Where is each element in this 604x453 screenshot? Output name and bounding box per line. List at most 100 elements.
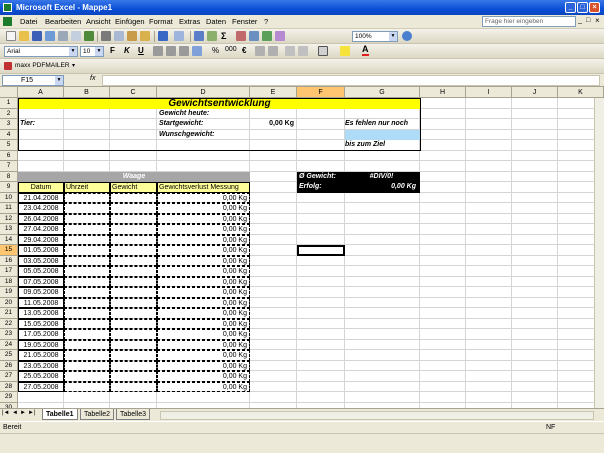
time-cell[interactable] xyxy=(64,339,110,350)
row-header-7[interactable]: 7 xyxy=(0,161,18,172)
pdf-options-icon[interactable]: ▾ xyxy=(72,62,75,69)
sort-desc-icon[interactable] xyxy=(249,31,259,41)
loss-cell[interactable]: 0,00 Kg xyxy=(157,308,250,319)
row-header-17[interactable]: 17 xyxy=(0,266,18,277)
decrease-decimal-icon[interactable] xyxy=(268,46,278,56)
loss-cell[interactable]: 0,00 Kg xyxy=(157,339,250,350)
excel-doc-icon[interactable] xyxy=(3,17,12,26)
date-cell[interactable]: 23.05.2008 xyxy=(18,360,64,371)
maximize-button[interactable]: □ xyxy=(577,2,588,13)
weight-cell[interactable] xyxy=(110,350,157,361)
loss-cell[interactable]: 0,00 Kg xyxy=(157,234,250,245)
menu-fenster[interactable]: Fenster xyxy=(232,17,257,26)
time-cell[interactable] xyxy=(64,192,110,203)
row-header-11[interactable]: 11 xyxy=(0,203,18,214)
menu-extras[interactable]: Extras xyxy=(179,17,200,26)
date-cell[interactable]: 29.04.2008 xyxy=(18,234,64,245)
loss-cell[interactable]: 0,00 Kg xyxy=(157,245,250,256)
date-cell[interactable]: 01.05.2008 xyxy=(18,245,64,256)
row-header-2[interactable]: 2 xyxy=(0,108,18,119)
vertical-scrollbar[interactable] xyxy=(594,98,604,408)
weight-cell[interactable] xyxy=(110,203,157,214)
date-cell[interactable]: 27.04.2008 xyxy=(18,224,64,235)
weight-cell[interactable] xyxy=(110,308,157,319)
column-header-h[interactable]: H xyxy=(420,87,466,98)
row-header-26[interactable]: 26 xyxy=(0,360,18,371)
row-header-5[interactable]: 5 xyxy=(0,140,18,151)
column-header-d[interactable]: D xyxy=(157,87,250,98)
column-header-c[interactable]: C xyxy=(110,87,157,98)
sort-asc-icon[interactable] xyxy=(236,31,246,41)
weight-cell[interactable] xyxy=(110,192,157,203)
weight-cell[interactable] xyxy=(110,339,157,350)
tab-tabelle1[interactable]: Tabelle1 xyxy=(42,409,78,420)
weight-cell[interactable] xyxy=(110,224,157,235)
weight-cell[interactable] xyxy=(110,255,157,266)
menu-einfuegen[interactable]: Einfügen xyxy=(115,17,145,26)
column-header-i[interactable]: I xyxy=(466,87,512,98)
row-header-4[interactable]: 4 xyxy=(0,129,18,140)
time-cell[interactable] xyxy=(64,329,110,340)
column-header-b[interactable]: B xyxy=(64,87,110,98)
time-cell[interactable] xyxy=(64,224,110,235)
row-header-24[interactable]: 24 xyxy=(0,339,18,350)
pdfmailer-button[interactable]: maxx PDFMAILER xyxy=(15,62,70,69)
menu-format[interactable]: Format xyxy=(149,17,173,26)
increase-decimal-icon[interactable] xyxy=(255,46,265,56)
menu-datei[interactable]: Datei xyxy=(20,17,38,26)
print-icon[interactable] xyxy=(58,31,68,41)
loss-cell[interactable]: 0,00 Kg xyxy=(157,213,250,224)
borders-icon[interactable] xyxy=(318,46,328,56)
loss-cell[interactable]: 0,00 Kg xyxy=(157,255,250,266)
loss-cell[interactable]: 0,00 Kg xyxy=(157,371,250,382)
date-cell[interactable]: 07.05.2008 xyxy=(18,276,64,287)
row-header-1[interactable]: 1 xyxy=(0,98,18,109)
bold-button[interactable]: F xyxy=(110,46,115,55)
time-cell[interactable] xyxy=(64,308,110,319)
row-header-20[interactable]: 20 xyxy=(0,297,18,308)
doc-close-button[interactable]: × xyxy=(595,16,600,25)
permission-icon[interactable] xyxy=(45,31,55,41)
time-cell[interactable] xyxy=(64,245,110,256)
redo-icon[interactable] xyxy=(174,31,184,41)
weight-cell[interactable] xyxy=(110,360,157,371)
date-cell[interactable]: 13.05.2008 xyxy=(18,308,64,319)
menu-daten[interactable]: Daten xyxy=(206,17,226,26)
tab-tabelle3[interactable]: Tabelle3 xyxy=(116,409,151,420)
new-icon[interactable] xyxy=(6,31,16,41)
time-cell[interactable] xyxy=(64,287,110,298)
column-header-g[interactable]: G xyxy=(345,87,420,98)
weight-cell[interactable] xyxy=(110,287,157,298)
open-icon[interactable] xyxy=(19,31,29,41)
hyperlink-icon[interactable] xyxy=(194,31,204,41)
time-cell[interactable] xyxy=(64,360,110,371)
row-header-12[interactable]: 12 xyxy=(0,213,18,224)
loss-cell[interactable]: 0,00 Kg xyxy=(157,318,250,329)
row-header-15[interactable]: 15 xyxy=(0,245,18,256)
fx-icon[interactable]: fx xyxy=(90,75,95,82)
minimize-button[interactable]: _ xyxy=(565,2,576,13)
thousands-button[interactable]: 000 xyxy=(225,46,237,53)
time-cell[interactable] xyxy=(64,203,110,214)
menu-bearbeiten[interactable]: Bearbeiten xyxy=(45,17,81,26)
row-header-8[interactable]: 8 xyxy=(0,171,18,182)
help-search-input[interactable]: Frage hier eingeben xyxy=(482,16,576,27)
doc-restore-button[interactable]: □ xyxy=(586,17,590,24)
column-header-e[interactable]: E xyxy=(250,87,297,98)
weight-cell[interactable] xyxy=(110,245,157,256)
row-header-23[interactable]: 23 xyxy=(0,329,18,340)
font-select[interactable]: Arial ▼ xyxy=(4,46,78,57)
row-header-13[interactable]: 13 xyxy=(0,224,18,235)
weight-cell[interactable] xyxy=(110,234,157,245)
loss-cell[interactable]: 0,00 Kg xyxy=(157,287,250,298)
date-cell[interactable]: 25.05.2008 xyxy=(18,371,64,382)
time-cell[interactable] xyxy=(64,234,110,245)
date-cell[interactable]: 19.05.2008 xyxy=(18,339,64,350)
time-cell[interactable] xyxy=(64,255,110,266)
weight-cell[interactable] xyxy=(110,329,157,340)
paste-icon[interactable] xyxy=(127,31,137,41)
row-header-25[interactable]: 25 xyxy=(0,350,18,361)
worksheet-grid[interactable]: ABCDEFGHIJK 1 2 3 4 5 6 7 8 9 10 11 12 13 14 15 16 17 18 1… xyxy=(0,87,604,408)
weight-cell[interactable] xyxy=(110,276,157,287)
row-header-27[interactable]: 27 xyxy=(0,371,18,382)
